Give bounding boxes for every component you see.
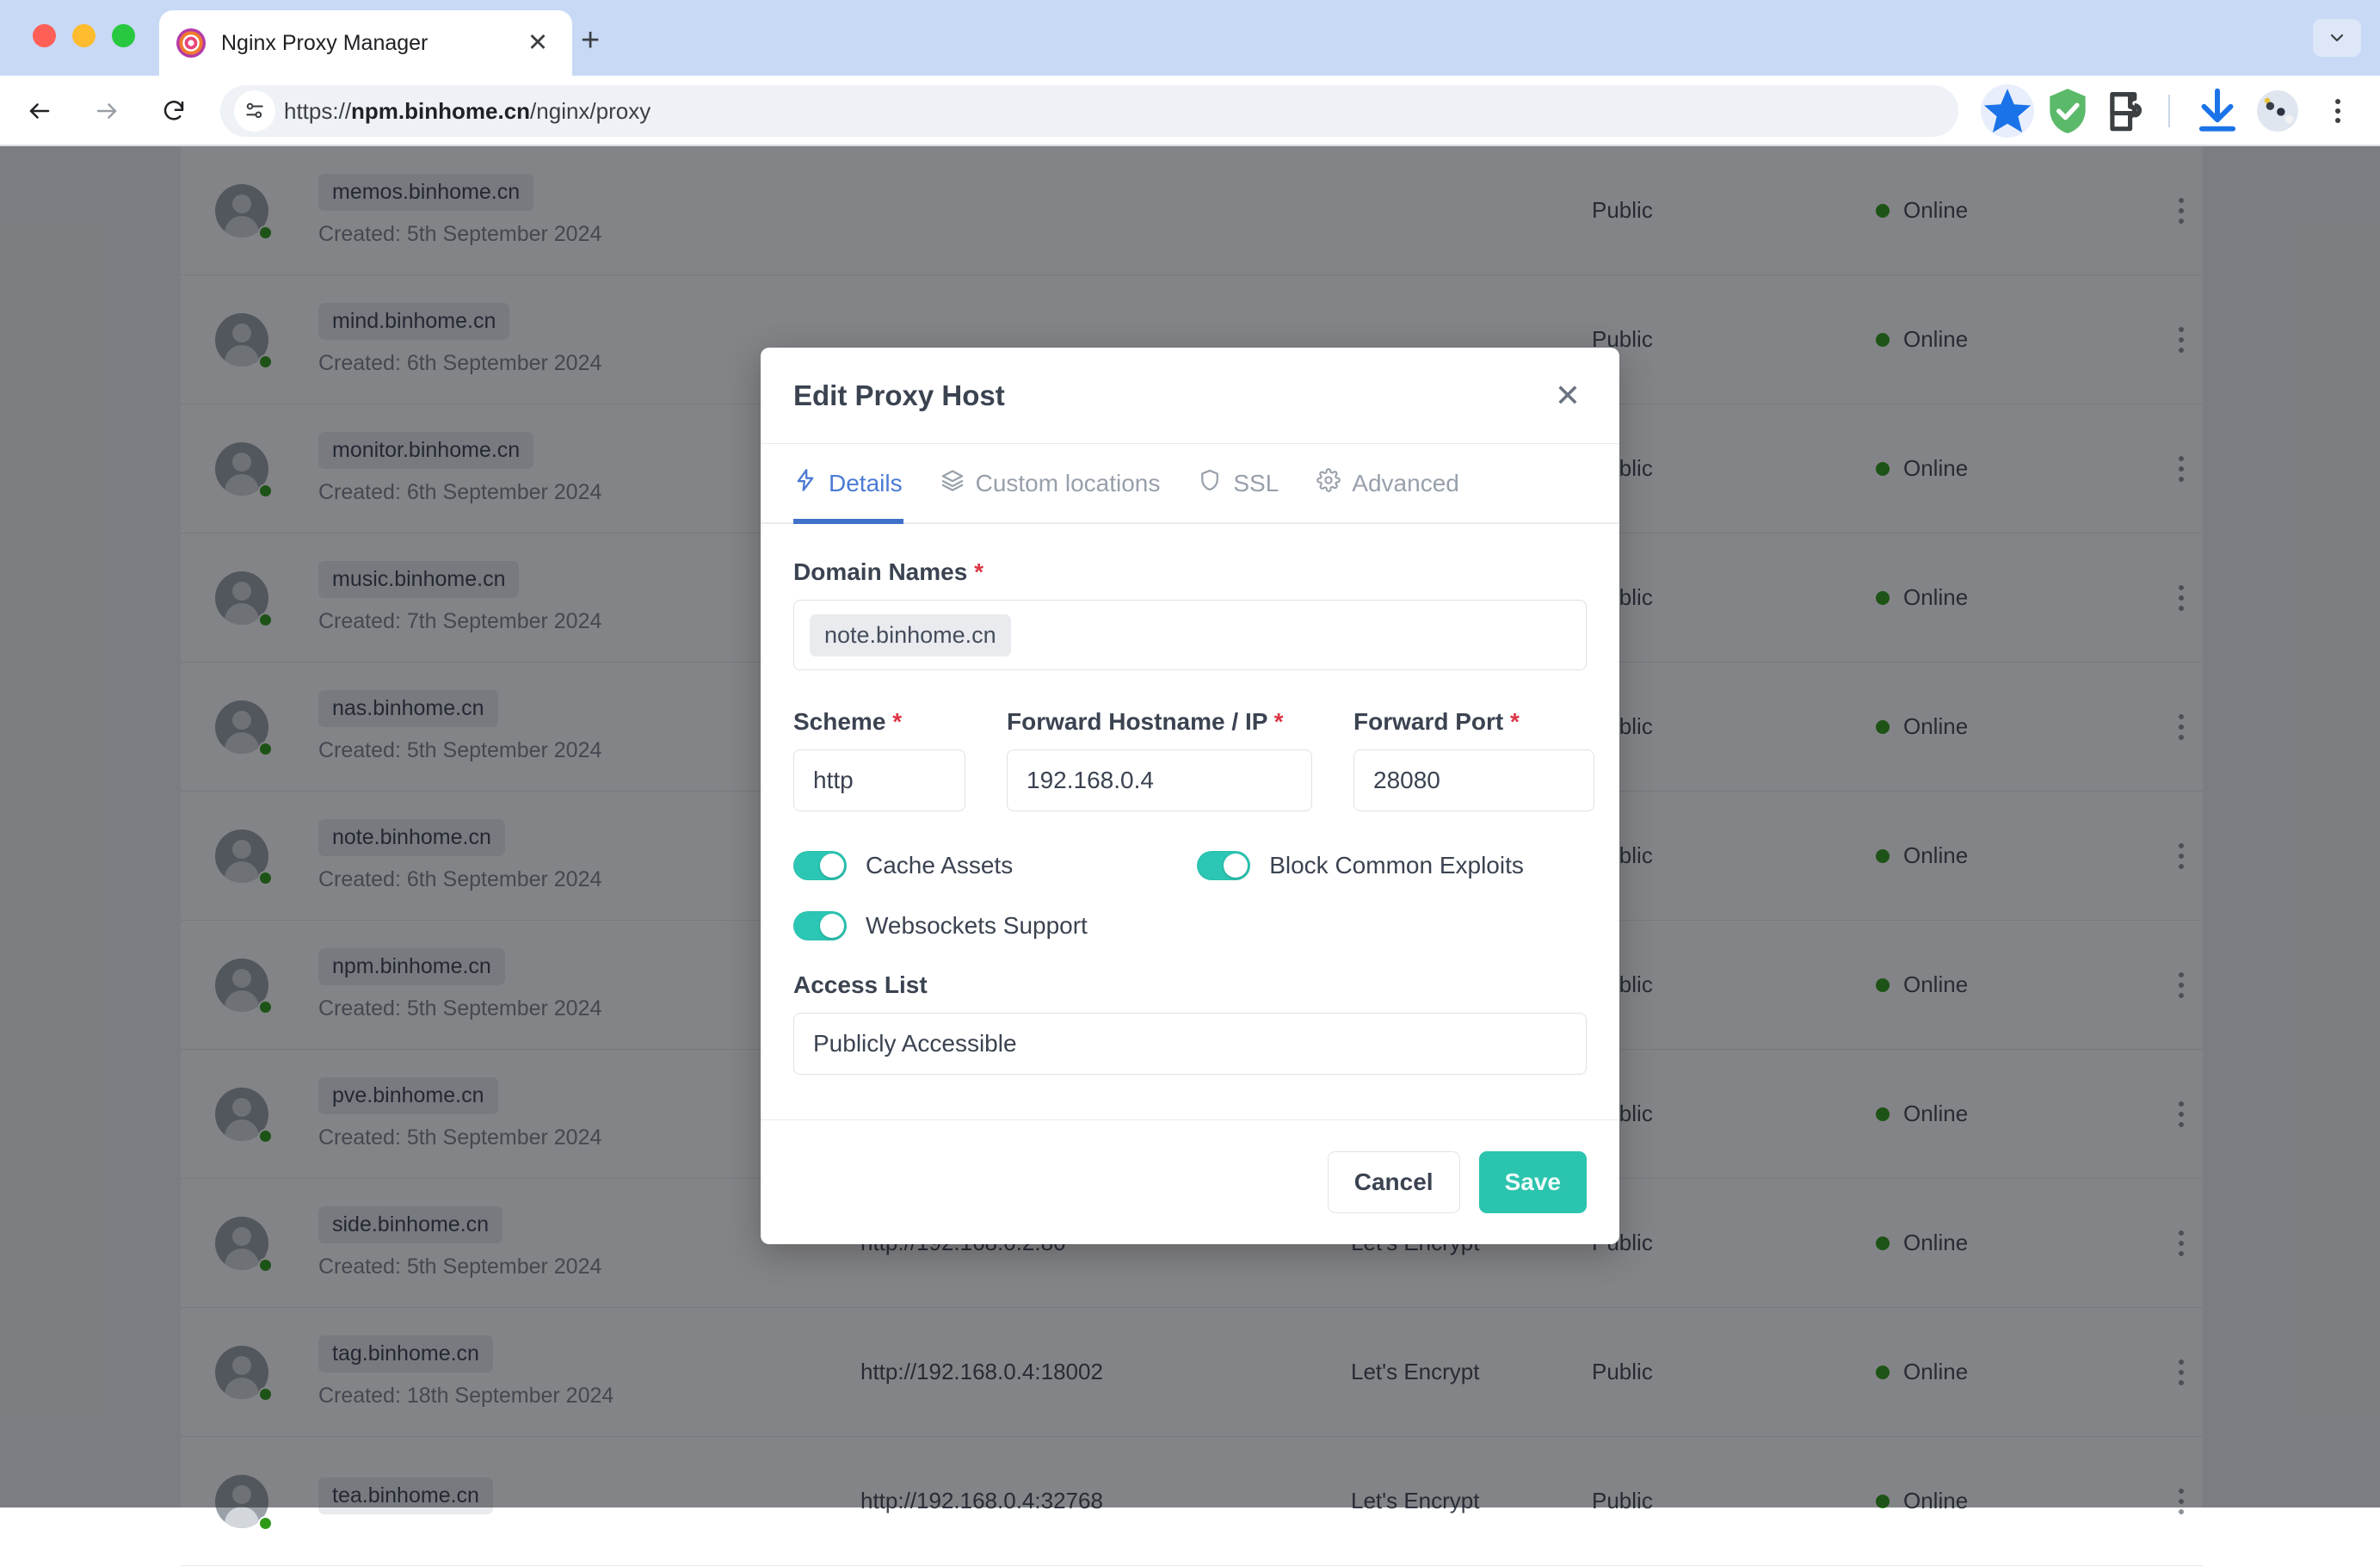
toolbar-divider <box>2168 95 2170 127</box>
dialog-footer: Cancel Save <box>761 1119 1619 1244</box>
downloads-icon[interactable] <box>2191 84 2244 138</box>
domain-names-label: Domain Names * <box>793 558 983 585</box>
minimize-window-button[interactable] <box>72 24 96 47</box>
adblock-shield-icon[interactable] <box>2041 84 2094 138</box>
close-icon[interactable]: ✕ <box>1549 379 1587 411</box>
lightning-bolt-icon <box>793 468 817 498</box>
forward-hostname-label: Forward Hostname / IP * <box>1007 708 1284 735</box>
address-bar[interactable]: https://npm.binhome.cn/nginx/proxy <box>220 85 1958 137</box>
bookmark-star-icon[interactable] <box>1981 84 2034 138</box>
access-list-section: Access List Publicly Accessible <box>793 971 1587 1114</box>
access-list-label: Access List <box>793 971 928 998</box>
forward-arrow-icon[interactable] <box>79 83 134 139</box>
new-tab-button[interactable]: + <box>581 24 600 57</box>
block-common-exploits-label: Block Common Exploits <box>1269 852 1524 879</box>
dialog-header: Edit Proxy Host ✕ <box>761 348 1619 444</box>
site-settings-icon[interactable] <box>234 90 275 132</box>
tab-custom-locations[interactable]: Custom locations <box>940 443 1161 523</box>
chevron-down-icon[interactable] <box>2313 19 2361 57</box>
chrome-menu-icon[interactable] <box>2311 84 2365 138</box>
save-button[interactable]: Save <box>1478 1151 1587 1213</box>
browser-chrome: Nginx Proxy Manager ✕ + https://npm.binh… <box>0 0 2380 146</box>
browser-toolbar: https://npm.binhome.cn/nginx/proxy <box>0 76 2380 146</box>
toggle-switch-icon[interactable] <box>1197 851 1251 880</box>
forward-port-input[interactable]: 28080 <box>1353 749 1594 811</box>
active-tab-indicator <box>793 519 903 524</box>
status-dot-icon <box>258 1515 273 1531</box>
profile-avatar[interactable] <box>2251 84 2304 138</box>
options-toggles: Cache Assets Block Common Exploits Webso… <box>793 851 1587 940</box>
toolbar-actions <box>1974 84 2380 138</box>
tab-advanced-label: Advanced <box>1352 469 1459 496</box>
extensions-puzzle-icon[interactable] <box>2101 84 2155 138</box>
browser-tab[interactable]: Nginx Proxy Manager ✕ <box>159 10 572 76</box>
nginx-proxy-manager-favicon <box>176 28 206 58</box>
window-traffic-lights <box>33 24 135 47</box>
forward-hostname-input[interactable]: 192.168.0.4 <box>1007 749 1312 811</box>
gear-icon <box>1316 468 1341 498</box>
required-marker: * <box>974 558 983 585</box>
cache-assets-toggle[interactable]: Cache Assets <box>793 851 1013 880</box>
page-content: memos.binhome.cnCreated: 5th September 2… <box>0 146 2380 1566</box>
required-marker: * <box>892 708 903 735</box>
forwarding-fields-row: Scheme * http Forward Hostname / IP * 19… <box>793 708 1594 811</box>
domain-tag-chip[interactable]: note.binhome.cn <box>810 613 1011 657</box>
shield-icon <box>1198 468 1222 498</box>
close-icon[interactable]: ✕ <box>521 30 555 56</box>
close-window-button[interactable] <box>33 24 56 47</box>
scheme-label: Scheme * <box>793 708 903 735</box>
edit-proxy-host-dialog: Edit Proxy Host ✕ Details Custom locatio… <box>761 348 1619 1244</box>
tab-ssl-label: SSL <box>1233 469 1279 496</box>
toggle-switch-icon[interactable] <box>793 851 847 880</box>
websockets-support-label: Websockets Support <box>866 912 1088 939</box>
cache-assets-label: Cache Assets <box>866 852 1014 879</box>
page-title: Edit Proxy Host <box>793 379 1005 411</box>
required-marker: * <box>1510 708 1520 735</box>
cancel-button[interactable]: Cancel <box>1327 1151 1460 1213</box>
maximize-window-button[interactable] <box>112 24 135 47</box>
block-common-exploits-toggle[interactable]: Block Common Exploits <box>1197 851 1524 880</box>
domain-names-input[interactable]: note.binhome.cn <box>793 600 1587 670</box>
tab-strip: Nginx Proxy Manager ✕ + <box>0 0 2380 76</box>
reload-icon[interactable] <box>146 83 201 139</box>
access-list-select[interactable]: Publicly Accessible <box>793 1013 1587 1075</box>
tab-custom-locations-label: Custom locations <box>975 469 1161 496</box>
layers-icon <box>940 468 965 498</box>
tab-details[interactable]: Details <box>793 443 903 523</box>
tab-ssl[interactable]: SSL <box>1198 443 1279 523</box>
forward-port-label: Forward Port * <box>1353 708 1520 735</box>
back-arrow-icon[interactable] <box>12 83 67 139</box>
scheme-select[interactable]: http <box>793 749 965 811</box>
toggle-switch-icon[interactable] <box>793 911 847 940</box>
dialog-tabs: Details Custom locations SSL Advanced <box>761 444 1619 524</box>
websockets-support-toggle[interactable]: Websockets Support <box>793 911 1088 940</box>
browser-tab-title: Nginx Proxy Manager <box>221 30 429 55</box>
tab-details-label: Details <box>829 469 903 496</box>
tab-advanced[interactable]: Advanced <box>1316 443 1459 523</box>
required-marker: * <box>1273 708 1284 735</box>
dialog-body: Domain Names * note.binhome.cn Scheme * … <box>761 524 1619 1119</box>
url-text: https://npm.binhome.cn/nginx/proxy <box>284 97 651 124</box>
